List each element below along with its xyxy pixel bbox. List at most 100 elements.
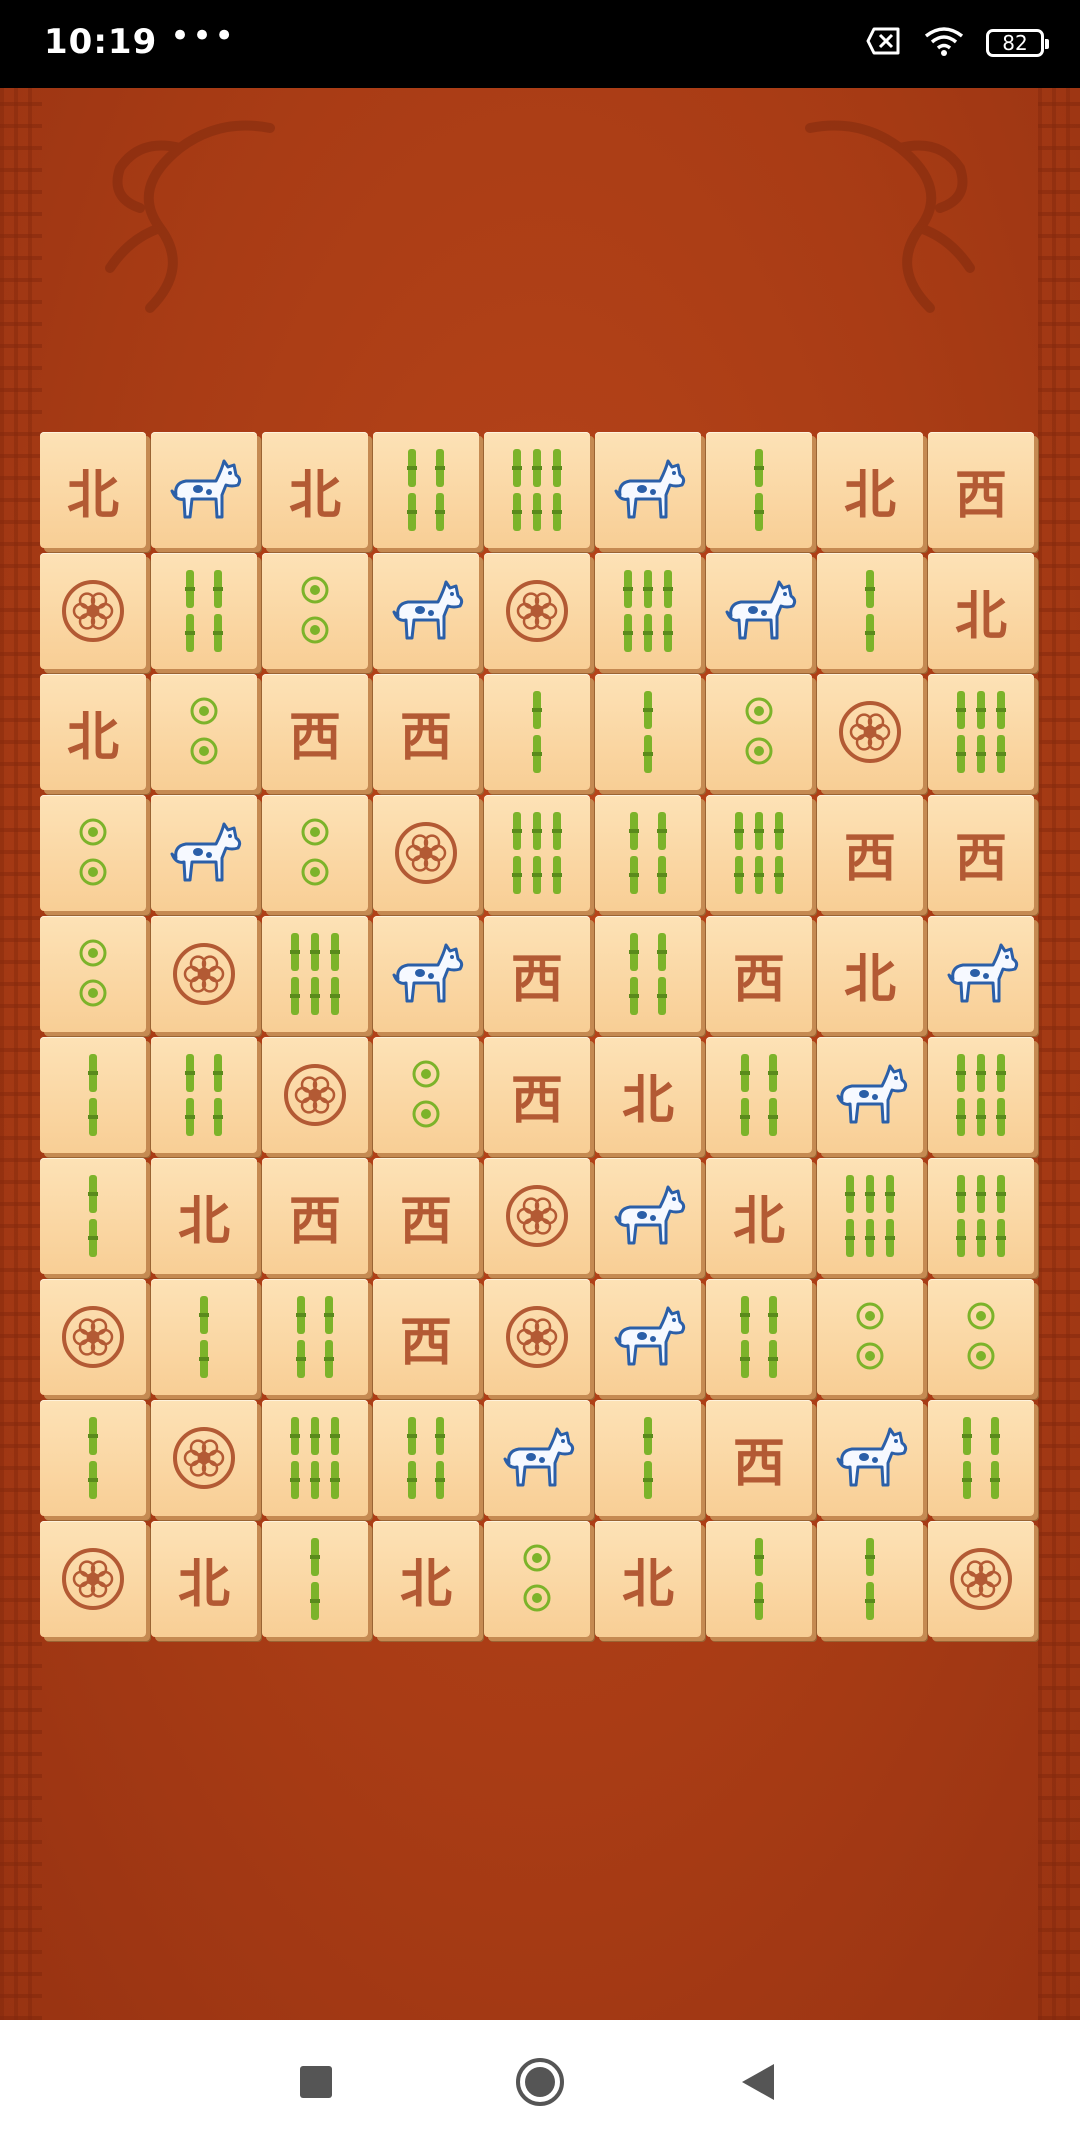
- mahjong-tile[interactable]: [151, 553, 257, 669]
- mahjong-tile[interactable]: [706, 674, 812, 790]
- mahjong-tile[interactable]: [928, 1037, 1034, 1153]
- wifi-icon: [924, 26, 964, 60]
- mahjong-tile[interactable]: [151, 1400, 257, 1516]
- mahjong-tile[interactable]: 西: [262, 1158, 368, 1274]
- mahjong-tile[interactable]: [40, 553, 146, 669]
- mahjong-tile[interactable]: [928, 1279, 1034, 1395]
- border-pattern-left: [0, 88, 42, 2020]
- mahjong-tile[interactable]: [928, 916, 1034, 1032]
- dragon-decoration-icon: [805, 120, 975, 313]
- mahjong-tile[interactable]: [373, 553, 479, 669]
- mahjong-tile[interactable]: 西: [484, 916, 590, 1032]
- mahjong-tile[interactable]: [817, 1037, 923, 1153]
- mahjong-tile[interactable]: [40, 1400, 146, 1516]
- mahjong-tile[interactable]: [706, 432, 812, 548]
- mahjong-tile[interactable]: [484, 674, 590, 790]
- mahjong-tile[interactable]: [484, 1400, 590, 1516]
- mahjong-tile[interactable]: [262, 1279, 368, 1395]
- mahjong-tile[interactable]: [484, 1158, 590, 1274]
- mahjong-tile[interactable]: [373, 432, 479, 548]
- mahjong-tile[interactable]: [151, 432, 257, 548]
- mahjong-tile[interactable]: 西: [817, 795, 923, 911]
- tile-west-char: 西: [732, 1432, 785, 1494]
- mahjong-tile[interactable]: [595, 1279, 701, 1395]
- mahjong-tile[interactable]: [40, 1279, 146, 1395]
- mahjong-tile[interactable]: [817, 1521, 923, 1637]
- mahjong-tile[interactable]: [706, 1279, 812, 1395]
- mahjong-tile[interactable]: 北: [817, 432, 923, 548]
- mahjong-tile[interactable]: [484, 795, 590, 911]
- mahjong-tile[interactable]: [595, 432, 701, 548]
- mahjong-tile[interactable]: [595, 1400, 701, 1516]
- mahjong-tile[interactable]: 西: [928, 432, 1034, 548]
- mahjong-tile[interactable]: [484, 1521, 590, 1637]
- mahjong-tile[interactable]: 北: [928, 553, 1034, 669]
- mahjong-tile[interactable]: [151, 1279, 257, 1395]
- mahjong-tile[interactable]: [595, 553, 701, 669]
- mahjong-tile[interactable]: [262, 1037, 368, 1153]
- mahjong-tile[interactable]: 北: [40, 432, 146, 548]
- mahjong-tile[interactable]: [40, 1037, 146, 1153]
- mahjong-tile[interactable]: [595, 674, 701, 790]
- mahjong-tile[interactable]: [484, 432, 590, 548]
- mahjong-tile[interactable]: 北: [595, 1037, 701, 1153]
- mahjong-tile[interactable]: 北: [706, 1158, 812, 1274]
- tile-north-char: 北: [732, 1190, 785, 1252]
- mahjong-tile[interactable]: [373, 1400, 479, 1516]
- mahjong-tile[interactable]: 西: [706, 916, 812, 1032]
- mahjong-tile[interactable]: [928, 674, 1034, 790]
- mahjong-tile[interactable]: [151, 916, 257, 1032]
- mahjong-tile[interactable]: [373, 795, 479, 911]
- mahjong-tile[interactable]: 西: [373, 674, 479, 790]
- mahjong-tile[interactable]: [817, 674, 923, 790]
- mahjong-tile[interactable]: [40, 916, 146, 1032]
- home-button[interactable]: [514, 2056, 566, 2112]
- mahjong-tile[interactable]: 北: [151, 1158, 257, 1274]
- mahjong-tile[interactable]: 西: [706, 1400, 812, 1516]
- mahjong-tile[interactable]: [817, 1158, 923, 1274]
- mahjong-tile[interactable]: [151, 1037, 257, 1153]
- mahjong-tile[interactable]: 北: [151, 1521, 257, 1637]
- mahjong-tile[interactable]: 北: [595, 1521, 701, 1637]
- mahjong-tile[interactable]: 西: [484, 1037, 590, 1153]
- mahjong-tile[interactable]: 西: [928, 795, 1034, 911]
- mahjong-tile[interactable]: [262, 553, 368, 669]
- mahjong-tile[interactable]: [817, 553, 923, 669]
- mahjong-tile[interactable]: [262, 795, 368, 911]
- mahjong-tile[interactable]: 北: [262, 432, 368, 548]
- mahjong-tile[interactable]: [595, 916, 701, 1032]
- mahjong-tile[interactable]: [40, 795, 146, 911]
- mahjong-tile[interactable]: [151, 795, 257, 911]
- mahjong-tile[interactable]: [484, 1279, 590, 1395]
- mahjong-tile[interactable]: [928, 1400, 1034, 1516]
- mahjong-tile[interactable]: [484, 553, 590, 669]
- mahjong-tile[interactable]: [373, 916, 479, 1032]
- mahjong-tile[interactable]: [928, 1158, 1034, 1274]
- mahjong-tile[interactable]: 北: [817, 916, 923, 1032]
- flower-icon: [61, 1305, 125, 1369]
- mahjong-tile[interactable]: [262, 1400, 368, 1516]
- mahjong-tile[interactable]: [706, 553, 812, 669]
- mahjong-tile[interactable]: [151, 674, 257, 790]
- mahjong-tile[interactable]: [595, 795, 701, 911]
- mahjong-tile[interactable]: [40, 1521, 146, 1637]
- mahjong-tile[interactable]: [706, 795, 812, 911]
- mahjong-tile[interactable]: 西: [373, 1158, 479, 1274]
- mahjong-tile[interactable]: [373, 1037, 479, 1153]
- mahjong-tile[interactable]: 北: [373, 1521, 479, 1637]
- mahjong-tile[interactable]: 西: [262, 674, 368, 790]
- back-button[interactable]: [740, 2062, 776, 2106]
- mahjong-tile[interactable]: [40, 1158, 146, 1274]
- mahjong-tile[interactable]: 北: [40, 674, 146, 790]
- mahjong-tile[interactable]: [262, 1521, 368, 1637]
- mahjong-tile[interactable]: [262, 916, 368, 1032]
- mahjong-tile[interactable]: [817, 1279, 923, 1395]
- mahjong-tile[interactable]: [817, 1400, 923, 1516]
- mahjong-tile[interactable]: [595, 1158, 701, 1274]
- mahjong-tile[interactable]: [706, 1037, 812, 1153]
- mahjong-tile[interactable]: [928, 1521, 1034, 1637]
- recents-button[interactable]: [298, 2064, 334, 2104]
- dog-icon: [608, 1181, 688, 1251]
- mahjong-tile[interactable]: 西: [373, 1279, 479, 1395]
- mahjong-tile[interactable]: [706, 1521, 812, 1637]
